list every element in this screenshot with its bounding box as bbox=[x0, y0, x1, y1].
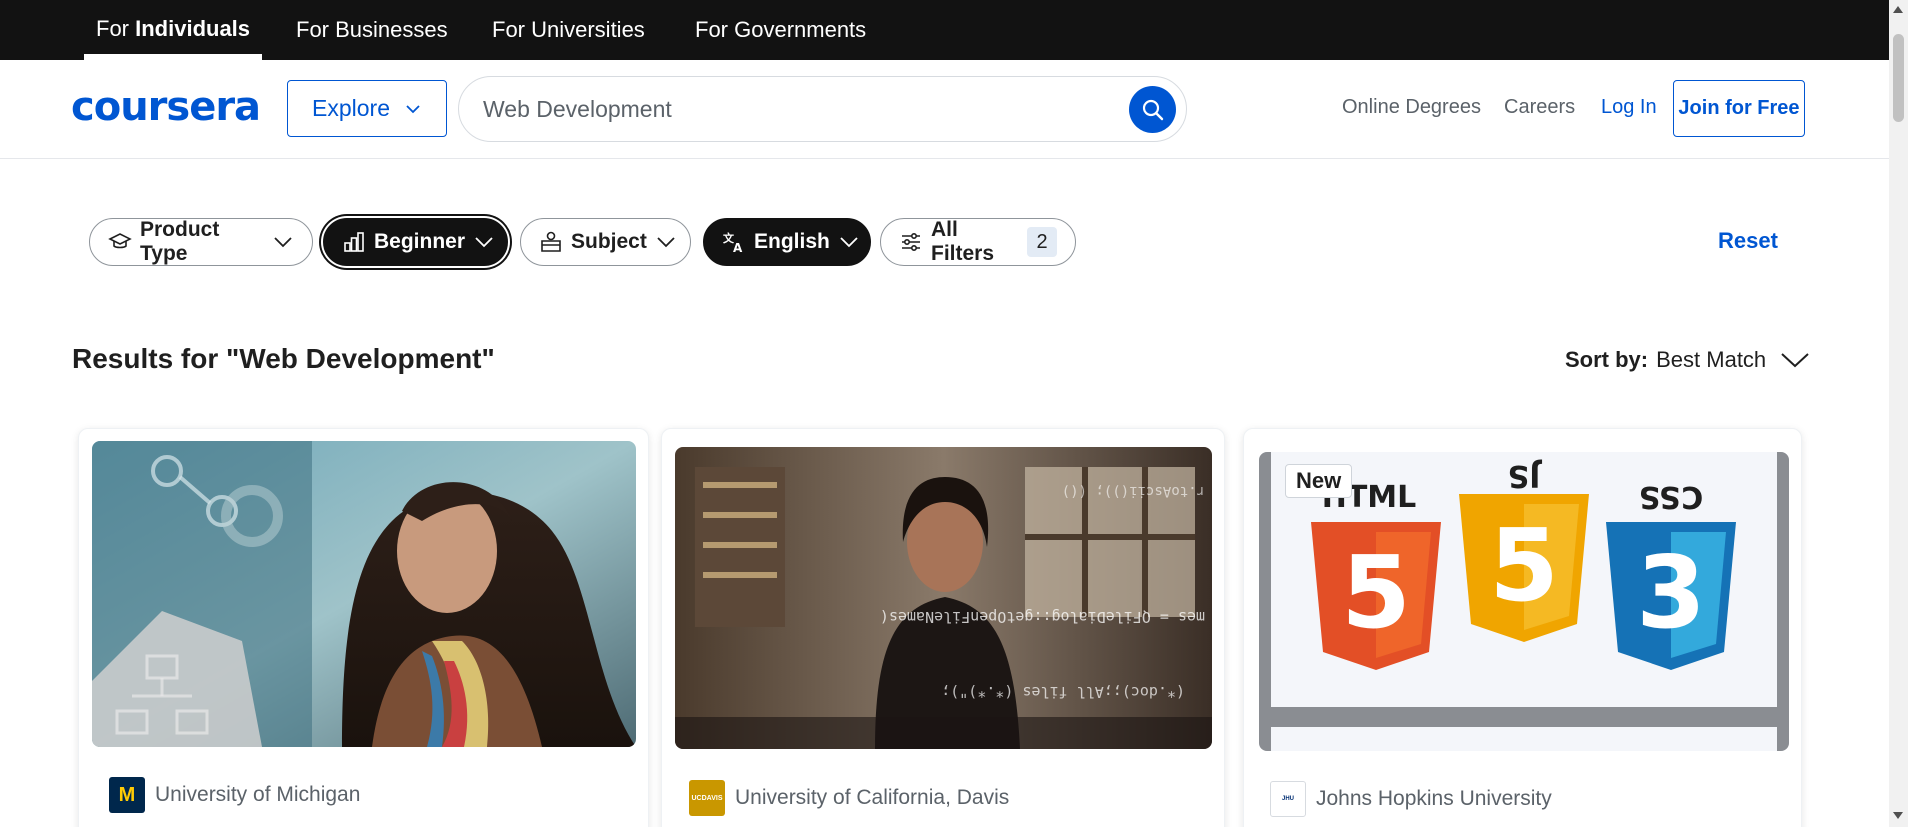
course-thumbnail bbox=[92, 441, 636, 747]
partner-info: UCDAVIS University of California, Davis bbox=[689, 780, 1009, 816]
tab-for-governments[interactable]: For Governments bbox=[683, 0, 878, 60]
search-icon bbox=[1142, 99, 1163, 120]
course-card[interactable]: mes = QFileDialog::getOpenFileNames( (*.… bbox=[661, 428, 1225, 827]
search-button[interactable] bbox=[1129, 86, 1176, 133]
sort-dropdown[interactable]: Sort by: Best Match bbox=[1565, 347, 1810, 373]
join-for-free-button[interactable]: Join for Free bbox=[1673, 80, 1805, 137]
svg-text:A: A bbox=[733, 241, 743, 254]
uc-davis-logo: UCDAVIS bbox=[689, 780, 725, 816]
chevron-down-icon bbox=[840, 237, 858, 248]
svg-text:5: 5 bbox=[1341, 534, 1411, 651]
svg-text:(*.doc);;All files (*.*)");: (*.doc);;All files (*.*)"); bbox=[941, 683, 1185, 701]
johns-hopkins-logo: JHU bbox=[1270, 781, 1306, 817]
explore-label: Explore bbox=[312, 95, 390, 121]
all-filters-button[interactable]: All Filters 2 bbox=[880, 218, 1076, 266]
tab-label: Individuals bbox=[135, 16, 251, 41]
scroll-up-arrow-icon[interactable] bbox=[1893, 6, 1903, 13]
filter-label: English bbox=[754, 230, 830, 253]
university-of-michigan-logo: M bbox=[109, 777, 145, 813]
filter-product-type[interactable]: Product Type bbox=[89, 218, 313, 266]
bar-chart-icon bbox=[344, 232, 364, 252]
translate-icon: 文A bbox=[723, 231, 743, 254]
filter-english[interactable]: 文A English bbox=[703, 218, 871, 266]
css-text: CSS bbox=[1639, 479, 1703, 514]
chevron-down-icon bbox=[274, 237, 292, 248]
reset-button[interactable]: Reset bbox=[1718, 228, 1778, 254]
svg-text:3: 3 bbox=[1636, 534, 1706, 651]
filter-label: All Filters bbox=[931, 218, 995, 265]
partner-name: University of California, Davis bbox=[735, 786, 1010, 809]
scrollbar-thumb[interactable] bbox=[1893, 34, 1904, 122]
online-degrees-link[interactable]: Online Degrees bbox=[1342, 96, 1481, 119]
subject-icon bbox=[541, 231, 561, 252]
filter-beginner[interactable]: Beginner bbox=[323, 218, 508, 266]
svg-text:5: 5 bbox=[1489, 507, 1559, 624]
tab-for-businesses[interactable]: For Businesses bbox=[284, 0, 460, 60]
site-header: coursera Explore Online Degrees Careers … bbox=[0, 60, 1889, 159]
course-thumbnail: HTML 5 JS 5 CSS 3 New bbox=[1259, 452, 1789, 751]
svg-text:r.toAscii()); ((): r.toAscii()); (() bbox=[1062, 483, 1205, 499]
filter-count-badge: 2 bbox=[1027, 227, 1057, 257]
careers-link[interactable]: Careers bbox=[1504, 96, 1575, 119]
filter-label: Beginner bbox=[374, 230, 466, 253]
filter-label: Subject bbox=[571, 230, 647, 253]
filter-subject[interactable]: Subject bbox=[520, 218, 691, 266]
course-card[interactable]: HTML 5 JS 5 CSS 3 New JHU Johns Hopkins … bbox=[1243, 428, 1802, 827]
tab-for-individuals[interactable]: For Individuals bbox=[84, 0, 263, 60]
course-card[interactable]: M University of Michigan bbox=[78, 428, 649, 827]
search-input[interactable] bbox=[483, 89, 1083, 129]
chevron-down-icon bbox=[1781, 353, 1809, 368]
graduation-cap-icon bbox=[108, 233, 132, 249]
sort-label: Sort by: bbox=[1565, 347, 1649, 372]
sort-value: Best Match bbox=[1656, 347, 1767, 372]
partner-info: M University of Michigan bbox=[109, 777, 360, 813]
course-image: mes = QFileDialog::getOpenFileNames( (*.… bbox=[675, 447, 1212, 749]
results-heading: Results for "Web Development" bbox=[72, 343, 495, 374]
audience-bar: For Individuals For Businesses For Unive… bbox=[0, 0, 1889, 60]
scroll-down-arrow-icon[interactable] bbox=[1893, 812, 1903, 819]
tab-prefix: For bbox=[96, 16, 136, 41]
explore-button[interactable]: Explore bbox=[287, 80, 447, 137]
partner-info: JHU Johns Hopkins University bbox=[1270, 781, 1552, 817]
chevron-down-icon bbox=[475, 237, 493, 248]
course-thumbnail: mes = QFileDialog::getOpenFileNames( (*.… bbox=[675, 447, 1212, 749]
partner-name: University of Michigan bbox=[155, 783, 361, 806]
partner-name: Johns Hopkins University bbox=[1316, 787, 1552, 810]
tab-for-universities[interactable]: For Universities bbox=[480, 0, 657, 60]
js-text: JS bbox=[1508, 458, 1543, 493]
chevron-down-icon bbox=[657, 237, 675, 248]
course-image bbox=[92, 441, 636, 747]
sliders-icon bbox=[902, 232, 920, 252]
chevron-down-icon bbox=[406, 104, 420, 113]
login-link[interactable]: Log In bbox=[1601, 96, 1657, 119]
page-scrollbar[interactable] bbox=[1889, 0, 1908, 827]
search-bar bbox=[458, 76, 1187, 142]
filter-label: Product Type bbox=[140, 218, 220, 265]
svg-text:mes = QFileDialog::getOpenFile: mes = QFileDialog::getOpenFileNames( bbox=[880, 608, 1205, 626]
coursera-logo[interactable]: coursera bbox=[71, 84, 261, 130]
new-badge: New bbox=[1285, 464, 1353, 498]
